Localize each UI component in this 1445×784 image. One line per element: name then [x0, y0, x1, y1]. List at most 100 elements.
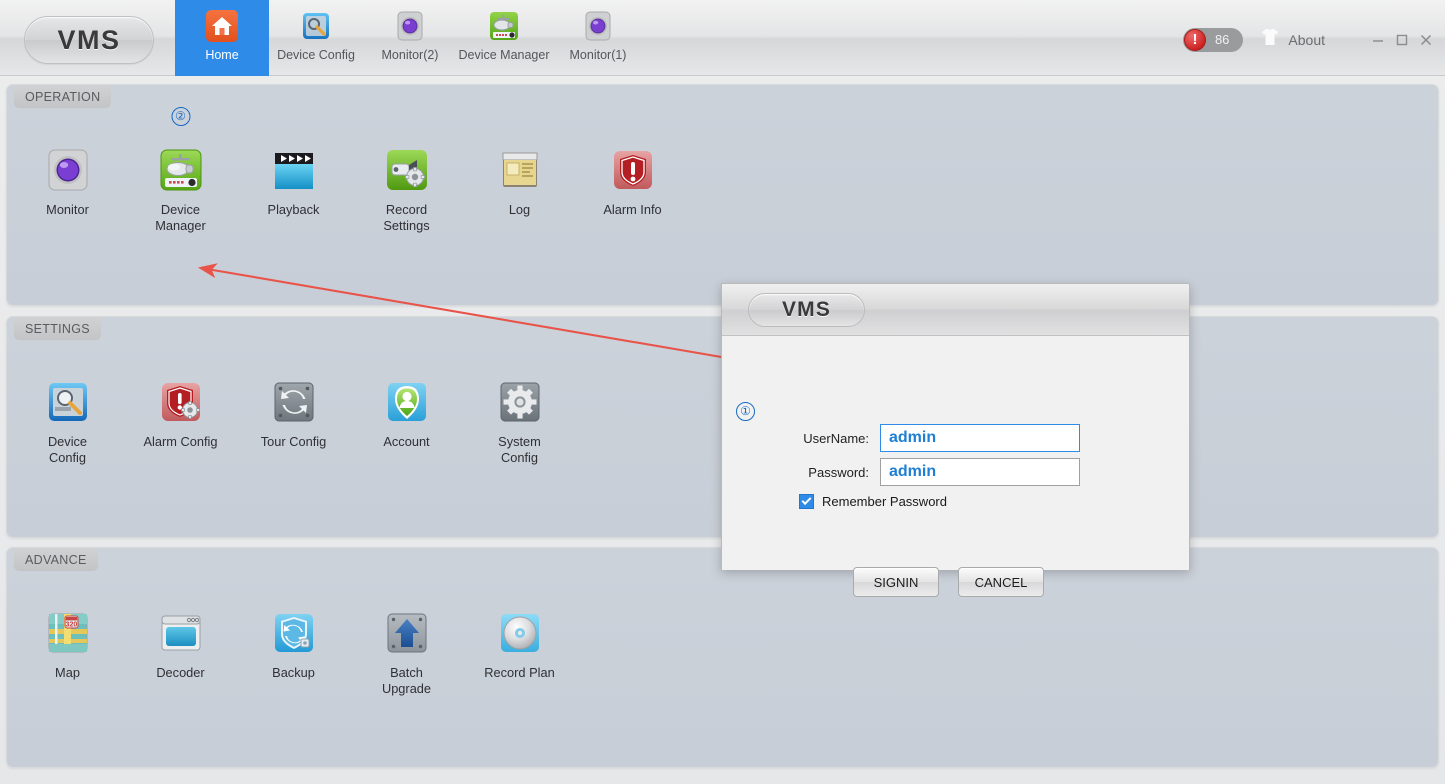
- log-document-icon: [497, 147, 543, 193]
- alarm-config-shield-gear-icon: [158, 379, 204, 425]
- password-label: Password:: [797, 465, 869, 480]
- app-item-alarm-info-label: Alarm Info: [603, 202, 661, 218]
- main-navigation-tabs: Home Device Config: [175, 0, 645, 76]
- username-label: UserName:: [797, 431, 869, 446]
- app-item-record-plan-label: Record Plan: [484, 665, 554, 681]
- home-icon: [203, 7, 241, 45]
- batch-upgrade-arrow-icon: [384, 610, 430, 656]
- app-item-account[interactable]: Account: [350, 379, 463, 465]
- app-item-device-manager-label: Device Manager: [155, 202, 206, 233]
- section-settings-title: SETTINGS: [14, 317, 101, 340]
- password-input[interactable]: [880, 458, 1080, 486]
- login-dialog-logo-text: VMS: [782, 298, 831, 322]
- app-item-alarm-config-label: Alarm Config: [144, 434, 218, 450]
- alarm-shield-icon: [610, 147, 656, 193]
- account-person-icon: [384, 379, 430, 425]
- alarm-count-value: 86: [1215, 32, 1229, 47]
- app-logo: VMS: [24, 16, 154, 64]
- app-item-record-plan[interactable]: Record Plan: [463, 610, 576, 696]
- app-item-record-settings-label: Record Settings: [383, 202, 429, 233]
- app-item-tour-config[interactable]: Tour Config: [237, 379, 350, 465]
- monitor-dome-icon: [45, 147, 91, 193]
- app-item-decoder[interactable]: Decoder: [124, 610, 237, 696]
- section-advance-grid: 320 Map: [7, 610, 1438, 696]
- login-dialog: VMS ① UserName: Password: Remember Passw…: [721, 283, 1190, 570]
- login-dialog-buttons: SIGNIN CANCEL: [853, 567, 1044, 597]
- remember-password-checkbox[interactable]: [799, 494, 814, 509]
- device-manager-camera-icon: [158, 147, 204, 193]
- shirt-icon[interactable]: [1259, 26, 1281, 53]
- app-item-backup-label: Backup: [272, 665, 315, 681]
- app-item-record-settings[interactable]: Record Settings: [350, 147, 463, 233]
- app-item-monitor-label: Monitor: [46, 202, 89, 218]
- tab-monitor-2-label: Monitor(2): [382, 48, 439, 62]
- playback-film-icon: [271, 147, 317, 193]
- title-bar: VMS Home: [0, 0, 1445, 76]
- record-settings-icon: [384, 147, 430, 193]
- backup-shield-icon: [271, 610, 317, 656]
- app-item-playback-label: Playback: [268, 202, 320, 218]
- username-input[interactable]: [880, 424, 1080, 452]
- app-item-alarm-info[interactable]: Alarm Info: [576, 147, 689, 233]
- alarm-count-badge[interactable]: ! 86: [1183, 28, 1243, 52]
- app-item-backup[interactable]: Backup: [237, 610, 350, 696]
- login-dialog-body: ① UserName: Password: Remember Password …: [722, 336, 1189, 570]
- tour-config-refresh-icon: [271, 379, 317, 425]
- close-icon[interactable]: [1415, 29, 1437, 51]
- header-right-controls: ! 86 About: [1183, 26, 1437, 53]
- signin-button[interactable]: SIGNIN: [853, 567, 939, 597]
- app-item-batch-upgrade[interactable]: Batch Upgrade: [350, 610, 463, 696]
- map-icon: 320: [45, 610, 91, 656]
- login-dialog-titlebar: VMS: [722, 284, 1189, 336]
- tab-device-config[interactable]: Device Config: [269, 0, 363, 76]
- annotation-marker-1: ①: [736, 402, 755, 421]
- app-item-map-label: Map: [55, 665, 80, 681]
- section-advance: ADVANCE 320: [6, 547, 1439, 768]
- section-operation: OPERATION Monitor ②: [6, 84, 1439, 306]
- tab-home-label: Home: [205, 48, 238, 62]
- tab-monitor-2[interactable]: Monitor(2): [363, 0, 457, 76]
- section-operation-title: OPERATION: [14, 85, 111, 108]
- app-item-device-config-label: Device Config: [48, 434, 87, 465]
- app-item-monitor[interactable]: Monitor: [11, 147, 124, 233]
- device-config-icon: [297, 7, 335, 45]
- app-item-alarm-config[interactable]: Alarm Config: [124, 379, 237, 465]
- app-item-system-config-label: System Config: [498, 434, 541, 465]
- maximize-icon[interactable]: [1391, 29, 1413, 51]
- cancel-button[interactable]: CANCEL: [958, 567, 1044, 597]
- section-advance-title: ADVANCE: [14, 548, 98, 571]
- app-item-decoder-label: Decoder: [156, 665, 204, 681]
- app-item-device-manager[interactable]: ②: [124, 147, 237, 233]
- monitor-icon: [391, 7, 429, 45]
- system-config-gear-icon: [497, 379, 543, 425]
- app-item-map[interactable]: 320 Map: [11, 610, 124, 696]
- remember-password-row: Remember Password: [799, 494, 947, 509]
- decoder-window-icon: [158, 610, 204, 656]
- svg-text:320: 320: [65, 621, 77, 628]
- tab-device-manager-label: Device Manager: [458, 48, 549, 62]
- tab-device-manager[interactable]: Device Manager: [457, 0, 551, 76]
- app-item-device-config[interactable]: Device Config: [11, 379, 124, 465]
- app-item-tour-config-label: Tour Config: [261, 434, 326, 450]
- login-dialog-logo: VMS: [748, 293, 865, 327]
- tab-home[interactable]: Home: [175, 0, 269, 76]
- about-link[interactable]: About: [1288, 32, 1325, 48]
- app-item-account-label: Account: [383, 434, 429, 450]
- password-row: Password:: [797, 458, 1080, 486]
- remember-password-label: Remember Password: [822, 494, 947, 509]
- tab-monitor-1[interactable]: Monitor(1): [551, 0, 645, 76]
- app-item-system-config[interactable]: System Config: [463, 379, 576, 465]
- monitor-icon: [579, 7, 617, 45]
- annotation-marker-2: ②: [171, 107, 190, 126]
- app-item-playback[interactable]: Playback: [237, 147, 350, 233]
- app-item-batch-upgrade-label: Batch Upgrade: [382, 665, 431, 696]
- username-row: UserName:: [797, 424, 1080, 452]
- tab-device-config-label: Device Config: [277, 48, 355, 62]
- record-plan-disc-icon: [497, 610, 543, 656]
- tab-monitor-1-label: Monitor(1): [570, 48, 627, 62]
- minimize-icon[interactable]: [1367, 29, 1389, 51]
- app-item-log[interactable]: Log: [463, 147, 576, 233]
- app-item-log-label: Log: [509, 202, 530, 218]
- section-operation-grid: Monitor ②: [7, 147, 1438, 233]
- device-manager-icon: [485, 7, 523, 45]
